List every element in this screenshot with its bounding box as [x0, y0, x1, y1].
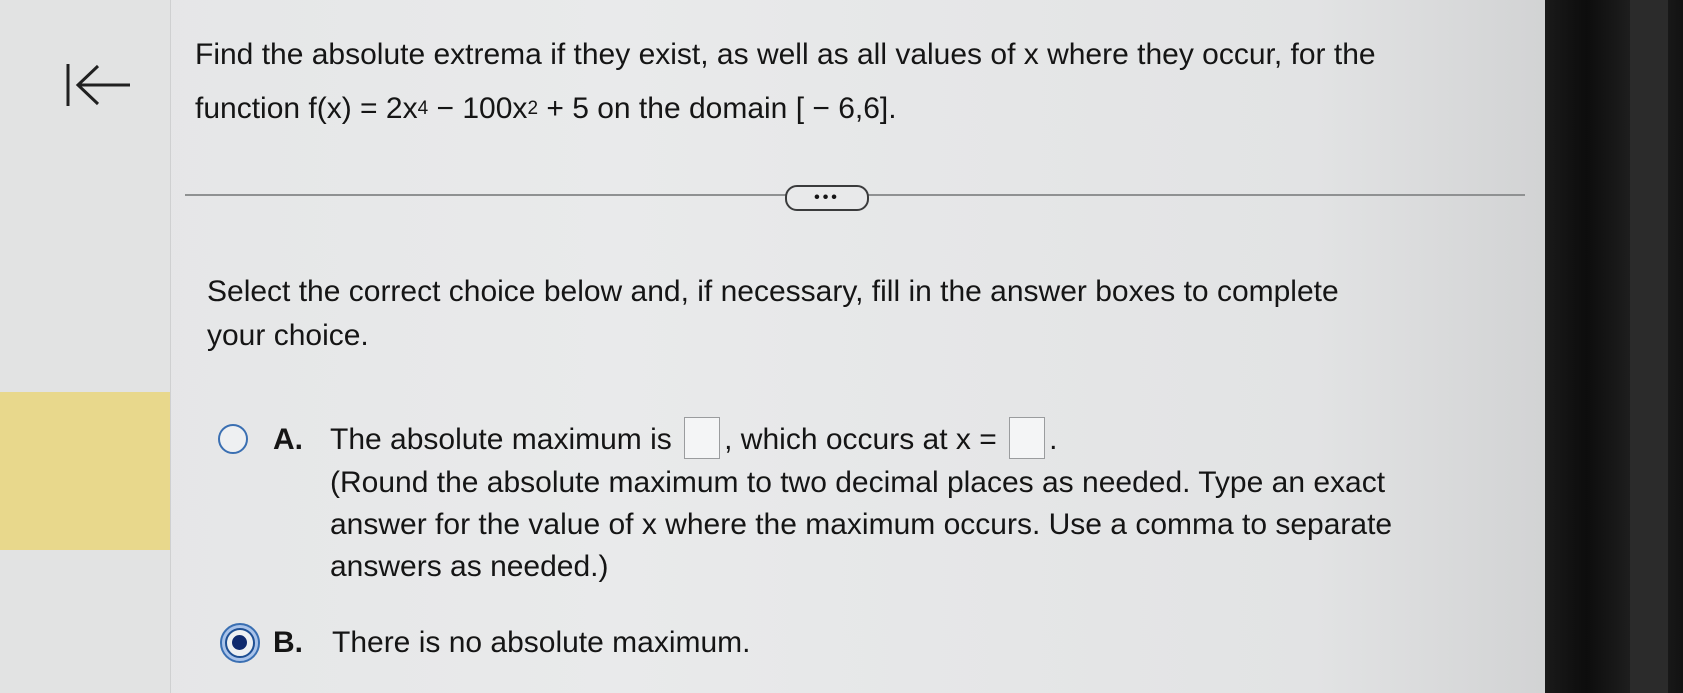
expand-more-button[interactable]: ••• [785, 185, 869, 211]
choice-a-letter: A. [273, 423, 303, 456]
choice-a-radio[interactable] [218, 424, 248, 454]
monitor-bezel [1545, 0, 1683, 693]
question-text: Find the absolute extrema if they exist,… [195, 28, 1535, 136]
exponent-2: 2 [527, 98, 539, 119]
x-value-input[interactable] [1009, 417, 1046, 460]
highlight-strip [0, 392, 170, 550]
choice-b-letter: B. [273, 626, 303, 659]
question-line-2: function f(x) = 2x4 − 100x2 + 5 on the d… [195, 92, 897, 125]
exponent-1: 4 [417, 98, 429, 119]
absolute-maximum-input[interactable] [684, 417, 721, 460]
question-line-1: Find the absolute extrema if they exist,… [195, 38, 1376, 71]
back-to-start-icon[interactable] [64, 60, 134, 110]
instruction-text: Select the correct choice below and, if … [207, 275, 1339, 352]
choice-b-radio[interactable] [225, 628, 255, 658]
choice-a-text: The absolute maximum is , which occurs a… [330, 417, 1057, 462]
choice-b-text: There is no absolute maximum. [332, 626, 751, 659]
choice-a-note: (Round the absolute maximum to two decim… [330, 466, 1393, 583]
